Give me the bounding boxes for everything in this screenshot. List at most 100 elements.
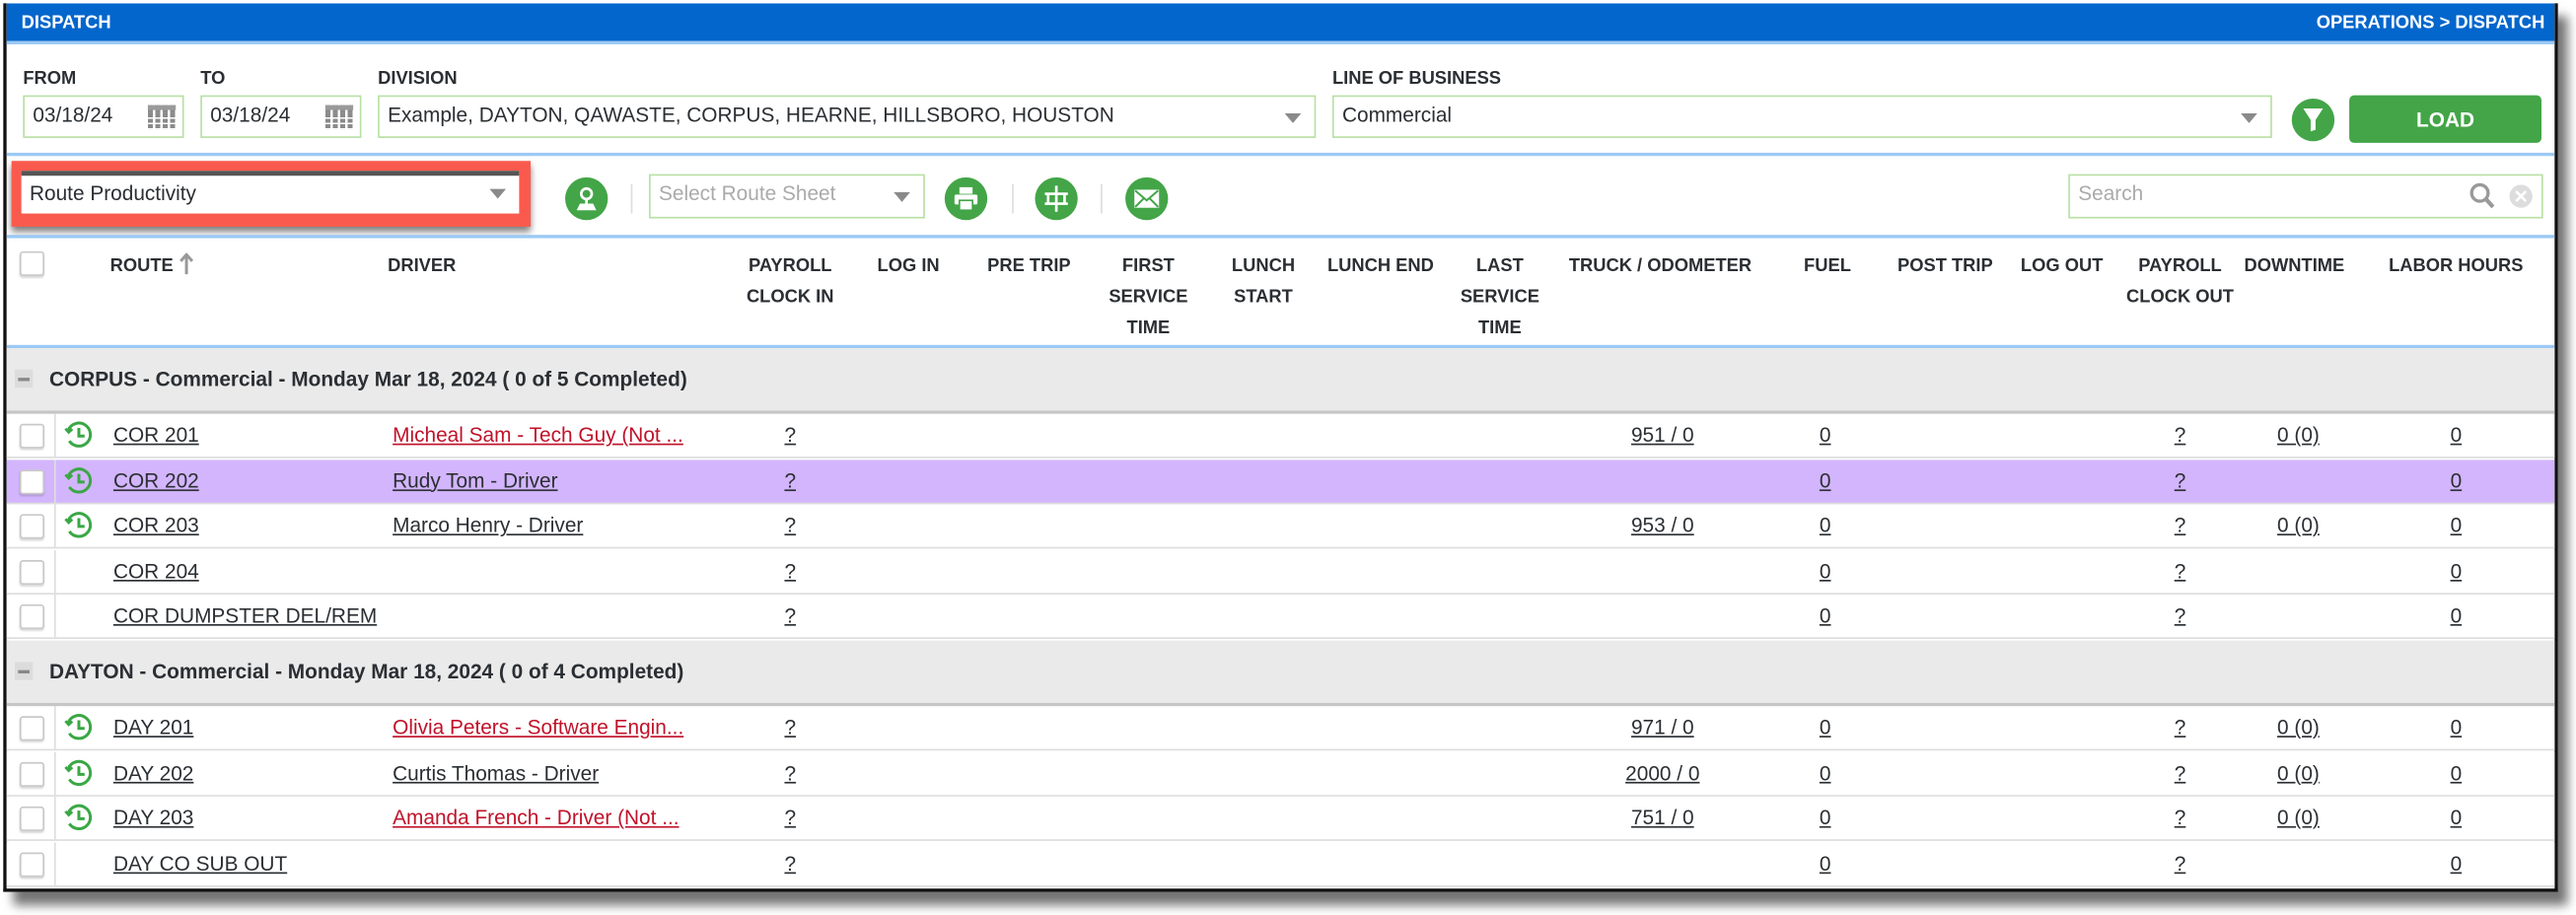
fuel-link[interactable]: 0 — [1820, 560, 1831, 583]
payroll-clock-out-link[interactable]: ? — [2175, 605, 2186, 628]
route-history-icon[interactable] — [64, 713, 94, 747]
row-checkbox[interactable] — [19, 807, 44, 832]
payroll-clock-out-link[interactable]: ? — [2175, 716, 2186, 739]
load-button[interactable]: LOAD — [2349, 95, 2541, 143]
column-route[interactable]: ROUTE — [110, 251, 193, 283]
column-truck-odometer[interactable]: TRUCK / ODOMETER — [1569, 251, 1752, 283]
row-checkbox[interactable] — [19, 514, 44, 539]
column-labor-hours[interactable]: LABOR HOURS — [2389, 251, 2523, 283]
driver-link[interactable]: Amanda French - Driver (Not ... — [393, 807, 679, 829]
driver-link[interactable]: Rudy Tom - Driver — [393, 469, 557, 492]
from-date-input[interactable]: 03/18/24 — [23, 95, 184, 138]
driver-link[interactable]: Micheal Sam - Tech Guy (Not ... — [393, 424, 683, 447]
payroll-clock-in-link[interactable]: ? — [784, 515, 796, 537]
column-log-out[interactable]: LOG OUT — [2021, 251, 2103, 283]
route-link[interactable]: DAY 202 — [113, 761, 193, 784]
route-history-icon[interactable] — [64, 420, 94, 455]
payroll-clock-out-link[interactable]: ? — [2175, 515, 2186, 537]
driver-link[interactable]: Curtis Thomas - Driver — [393, 761, 599, 784]
search-icon[interactable] — [2469, 182, 2496, 210]
email-button[interactable] — [1125, 176, 1169, 221]
collapse-icon[interactable] — [14, 662, 34, 680]
column-first-service-time[interactable]: FIRST SERVICE TIME — [1091, 251, 1206, 345]
fuel-link[interactable]: 0 — [1820, 807, 1831, 829]
route-history-icon[interactable] — [64, 511, 94, 545]
route-link[interactable]: DAY 203 — [113, 807, 193, 829]
route-link[interactable]: COR 202 — [113, 469, 199, 492]
fuel-link[interactable]: 0 — [1820, 852, 1831, 875]
table-row[interactable]: COR 202 Rudy Tom - Driver? 0? 0 — [6, 458, 2555, 504]
route-link[interactable]: COR 203 — [113, 515, 199, 537]
route-history-icon[interactable] — [64, 758, 94, 793]
column-lunch-start[interactable]: LUNCH START — [1211, 251, 1317, 314]
table-row[interactable]: COR 203 Marco Henry - Driver? 953 / 0 0? 0 (… — [6, 504, 2555, 549]
truck-odometer-link[interactable]: 2000 / 0 — [1625, 761, 1699, 784]
group-header[interactable]: DAYTON - Commercial - Monday Mar 18, 202… — [6, 640, 2555, 707]
table-row[interactable]: DAY CO SUB OUT? 0? 0 — [6, 842, 2555, 887]
optimize-route-button[interactable] — [1035, 176, 1078, 221]
labor-hours-link[interactable]: 0 — [2451, 424, 2463, 447]
fuel-link[interactable]: 0 — [1820, 515, 1831, 537]
payroll-clock-in-link[interactable]: ? — [784, 761, 796, 784]
payroll-clock-in-link[interactable]: ? — [784, 424, 796, 447]
row-checkbox[interactable] — [19, 559, 44, 585]
column-fuel[interactable]: FUEL — [1804, 251, 1851, 283]
column-post-trip[interactable]: POST TRIP — [1897, 251, 1993, 283]
row-checkbox[interactable] — [19, 604, 44, 630]
labor-hours-link[interactable]: 0 — [2451, 605, 2463, 628]
truck-odometer-link[interactable]: 971 / 0 — [1631, 716, 1694, 739]
route-history-icon[interactable] — [64, 465, 94, 500]
row-checkbox[interactable] — [19, 468, 44, 494]
route-link[interactable]: DAY CO SUB OUT — [113, 852, 287, 875]
map-route-button[interactable] — [565, 176, 608, 221]
truck-odometer-link[interactable]: 951 / 0 — [1631, 424, 1694, 447]
route-history-icon[interactable] — [64, 804, 94, 838]
column-last-service-time[interactable]: LAST SERVICE TIME — [1443, 251, 1558, 345]
downtime-link[interactable]: 0 (0) — [2277, 424, 2320, 447]
column-downtime[interactable]: DOWNTIME — [2244, 251, 2344, 283]
labor-hours-link[interactable]: 0 — [2451, 469, 2463, 492]
payroll-clock-in-link[interactable]: ? — [784, 852, 796, 875]
fuel-link[interactable]: 0 — [1820, 469, 1831, 492]
truck-odometer-link[interactable]: 751 / 0 — [1631, 807, 1694, 829]
driver-link[interactable]: Marco Henry - Driver — [393, 515, 583, 537]
labor-hours-link[interactable]: 0 — [2451, 807, 2463, 829]
truck-odometer-link[interactable]: 953 / 0 — [1631, 515, 1694, 537]
route-link[interactable]: COR 201 — [113, 424, 199, 447]
payroll-clock-in-link[interactable]: ? — [784, 469, 796, 492]
payroll-clock-in-link[interactable]: ? — [784, 807, 796, 829]
column-log-in[interactable]: LOG IN — [878, 251, 940, 283]
downtime-link[interactable]: 0 (0) — [2277, 807, 2320, 829]
downtime-link[interactable]: 0 (0) — [2277, 515, 2320, 537]
clear-icon[interactable] — [2509, 184, 2534, 209]
fuel-link[interactable]: 0 — [1820, 716, 1831, 739]
table-row[interactable]: COR DUMPSTER DEL/REM? 0? 0 — [6, 595, 2555, 640]
payroll-clock-out-link[interactable]: ? — [2175, 560, 2186, 583]
division-select[interactable]: Example, DAYTON, QAWASTE, CORPUS, HEARNE… — [378, 95, 1317, 138]
payroll-clock-out-link[interactable]: ? — [2175, 807, 2186, 829]
labor-hours-link[interactable]: 0 — [2451, 560, 2463, 583]
payroll-clock-out-link[interactable]: ? — [2175, 761, 2186, 784]
row-checkbox[interactable] — [19, 423, 44, 449]
print-button[interactable] — [944, 176, 988, 221]
column-pre-trip[interactable]: PRE TRIP — [987, 251, 1071, 283]
downtime-link[interactable]: 0 (0) — [2277, 761, 2320, 784]
column-driver[interactable]: DRIVER — [388, 251, 456, 283]
breadcrumb[interactable]: OPERATIONS > DISPATCH — [2317, 13, 2545, 33]
row-checkbox[interactable] — [19, 852, 44, 878]
sort-ascending-icon[interactable] — [179, 251, 193, 275]
group-header[interactable]: CORPUS - Commercial - Monday Mar 18, 202… — [6, 348, 2555, 414]
to-date-input[interactable]: 03/18/24 — [200, 95, 362, 138]
labor-hours-link[interactable]: 0 — [2451, 515, 2463, 537]
table-row[interactable]: DAY 202 Curtis Thomas - Driver? 2000 / 0 0?… — [6, 751, 2555, 797]
route-link[interactable]: COR DUMPSTER DEL/REM — [113, 605, 377, 628]
search-input[interactable]: Search — [2068, 174, 2543, 219]
labor-hours-link[interactable]: 0 — [2451, 761, 2463, 784]
row-checkbox[interactable] — [19, 716, 44, 741]
fuel-link[interactable]: 0 — [1820, 605, 1831, 628]
column-payroll-clock-out[interactable]: PAYROLL CLOCK OUT — [2119, 251, 2241, 314]
table-row[interactable]: DAY 201 Olivia Peters - Software Engin...… — [6, 706, 2555, 751]
fuel-link[interactable]: 0 — [1820, 424, 1831, 447]
column-payroll-clock-in[interactable]: PAYROLL CLOCK IN — [730, 251, 851, 314]
table-row[interactable]: COR 204? 0? 0 — [6, 549, 2555, 595]
